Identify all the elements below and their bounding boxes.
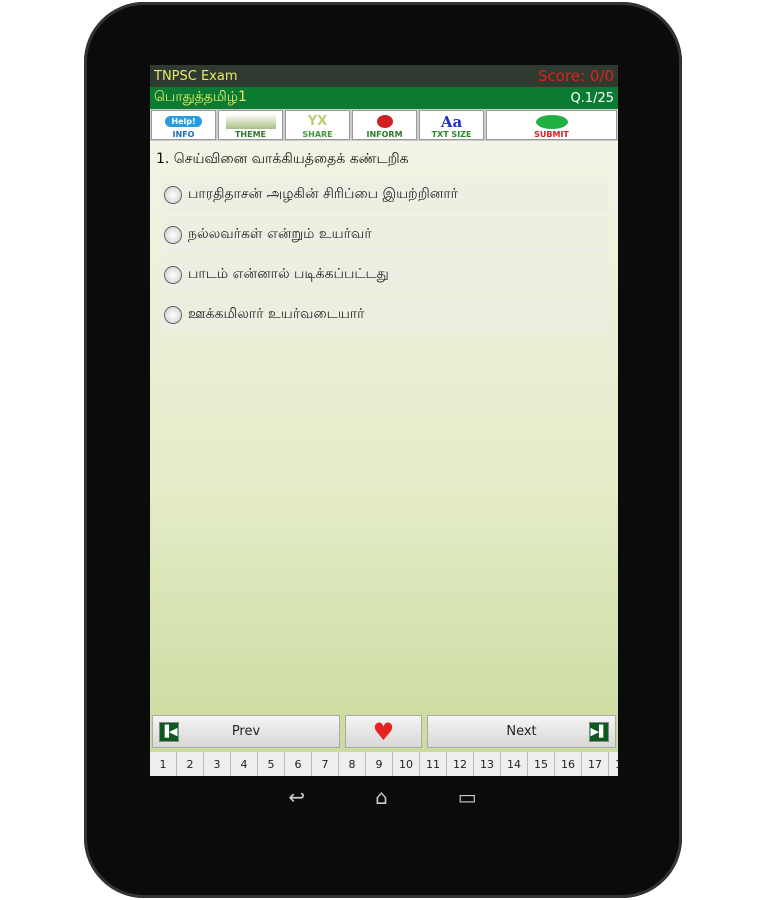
home-icon[interactable]: ⌂ xyxy=(375,785,388,809)
question-number-6[interactable]: 6 xyxy=(285,752,312,776)
help-icon: Help! xyxy=(159,114,209,129)
info-button[interactable]: Help! INFO xyxy=(151,110,216,140)
toolbar: Help! INFO THEME YX SHARE INFORM Aa TXT SIZ… xyxy=(150,109,618,141)
option-1[interactable]: பாரதிதாசன் அழகின் சிரிப்பை இயற்றினார் xyxy=(161,177,608,213)
radio-button[interactable] xyxy=(164,306,182,324)
submit-button[interactable]: SUBMIT xyxy=(486,110,617,140)
text-size-label: TXT SIZE xyxy=(431,130,472,139)
question-number-10[interactable]: 10 xyxy=(393,752,420,776)
theme-button[interactable]: THEME xyxy=(218,110,283,140)
next-button[interactable]: Next ▶▌ xyxy=(427,715,616,748)
radio-button[interactable] xyxy=(164,226,182,244)
green-circle-icon xyxy=(527,114,577,129)
question-number-2[interactable]: 2 xyxy=(177,752,204,776)
prev-button[interactable]: ▐◀ Prev xyxy=(152,715,340,748)
question-text: 1. செய்வினை வாக்கியத்தைக் கண்டறிக xyxy=(156,151,409,167)
prev-label: Prev xyxy=(231,724,261,739)
option-label: பாடம் என்னால் படிக்கப்பட்டது xyxy=(188,266,389,282)
question-number-14[interactable]: 14 xyxy=(501,752,528,776)
app-title: TNPSC Exam xyxy=(154,68,238,84)
option-label: நல்லவர்கள் என்றும் உயர்வர் xyxy=(188,226,372,242)
radio-button[interactable] xyxy=(164,266,182,284)
back-icon[interactable]: ↩ xyxy=(288,785,305,809)
question-number-11[interactable]: 11 xyxy=(420,752,447,776)
theme-icon xyxy=(225,114,276,129)
question-number-5[interactable]: 5 xyxy=(258,752,285,776)
text-size-button[interactable]: Aa TXT SIZE xyxy=(419,110,484,140)
option-label: பாரதிதாசன் அழகின் சிரிப்பை இயற்றினார் xyxy=(188,186,458,202)
app-screen: TNPSC Exam Score: 0/0 பொதுத்தமிழ்1 Q.1/2… xyxy=(150,65,618,776)
question-number-15[interactable]: 15 xyxy=(528,752,555,776)
question-number-3[interactable]: 3 xyxy=(204,752,231,776)
question-number-7[interactable]: 7 xyxy=(312,752,339,776)
share-label: SHARE xyxy=(302,130,333,139)
system-nav-bar: ↩ ⌂ ▭ xyxy=(0,785,765,809)
question-number-18[interactable]: 18 xyxy=(609,752,618,776)
question-number-17[interactable]: 17 xyxy=(582,752,609,776)
question-number-13[interactable]: 13 xyxy=(474,752,501,776)
next-label: Next xyxy=(506,724,537,739)
score: Score: 0/0 xyxy=(538,67,614,85)
recent-apps-icon[interactable]: ▭ xyxy=(458,785,477,809)
text-size-icon: Aa xyxy=(440,112,463,131)
title-bar: TNPSC Exam Score: 0/0 xyxy=(150,65,618,87)
theme-label: THEME xyxy=(234,130,267,139)
subject-title: பொதுத்தமிழ்1 xyxy=(154,89,247,105)
question-counter: Q.1/25 xyxy=(570,90,614,106)
inform-button[interactable]: INFORM xyxy=(352,110,417,140)
option-4[interactable]: ஊக்கமிலார் உயர்வடையார் xyxy=(161,297,608,333)
question-number-bar: 123456789101112131415161718 xyxy=(150,752,618,776)
subject-bar: பொதுத்தமிழ்1 Q.1/25 xyxy=(150,87,618,109)
heart-icon: ♥ xyxy=(372,717,395,746)
option-2[interactable]: நல்லவர்கள் என்றும் உயர்வர் xyxy=(161,217,608,253)
ladybug-icon xyxy=(360,114,410,129)
share-button[interactable]: YX SHARE xyxy=(285,110,350,140)
option-3[interactable]: பாடம் என்னால் படிக்கப்பட்டது xyxy=(161,257,608,293)
question-number-4[interactable]: 4 xyxy=(231,752,258,776)
question-number-8[interactable]: 8 xyxy=(339,752,366,776)
question-number-12[interactable]: 12 xyxy=(447,752,474,776)
question-number-1[interactable]: 1 xyxy=(150,752,177,776)
navigation-row: ▐◀ Prev ♥ Next ▶▌ xyxy=(152,715,616,748)
question-number-9[interactable]: 9 xyxy=(366,752,393,776)
info-label: INFO xyxy=(172,130,195,139)
inform-label: INFORM xyxy=(366,130,403,139)
skip-back-icon: ▐◀ xyxy=(159,721,179,742)
radio-button[interactable] xyxy=(164,186,182,204)
submit-label: SUBMIT xyxy=(534,130,569,139)
favorite-button[interactable]: ♥ xyxy=(345,715,422,748)
question-number-16[interactable]: 16 xyxy=(555,752,582,776)
skip-forward-icon: ▶▌ xyxy=(589,721,609,742)
share-icon: YX xyxy=(307,114,328,129)
option-label: ஊக்கமிலார் உயர்வடையார் xyxy=(188,306,365,322)
